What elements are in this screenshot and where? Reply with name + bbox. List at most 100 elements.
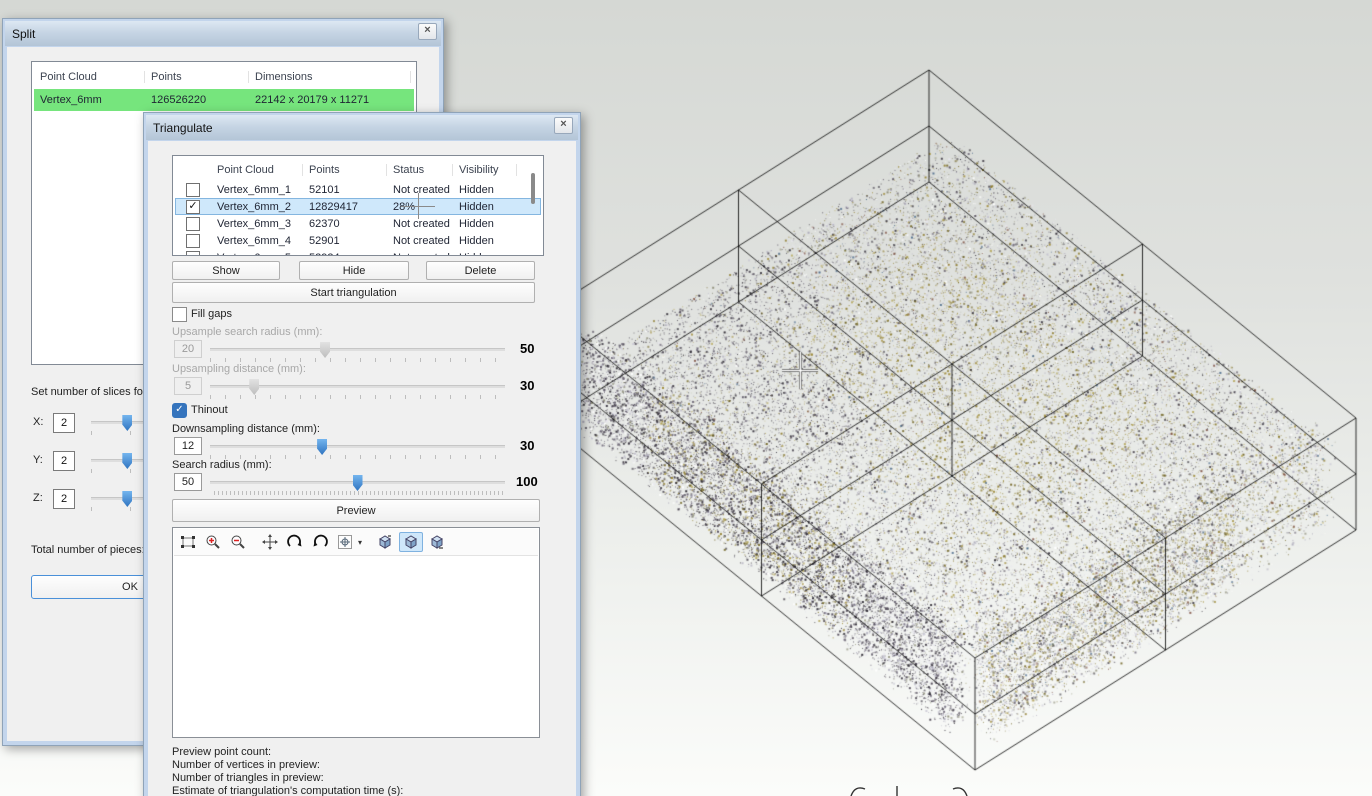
table-row[interactable]: Vertex_6mm_4 52901 Not created Hidden	[175, 232, 541, 249]
start-triangulation-button[interactable]: Start triangulation	[172, 282, 535, 303]
split-titlebar[interactable]: Split	[5, 21, 441, 46]
row-visibility: Hidden	[453, 218, 517, 230]
rotate-cw-icon[interactable]	[284, 533, 306, 551]
downsampling-distance-label: Downsampling distance (mm):	[172, 423, 320, 435]
triangulate-dialog-body: Point Cloud Points Status Visibility Ver…	[148, 141, 576, 796]
show-button[interactable]: Show	[172, 261, 280, 280]
split-table-row[interactable]: Vertex_6mm 126526220 22142 x 20179 x 112…	[34, 89, 414, 111]
row-status: Not created	[387, 218, 453, 230]
split-row-points: 126526220	[145, 94, 249, 106]
clipped-toolbar-glyphs	[845, 783, 1015, 796]
row-checkbox[interactable]	[186, 234, 200, 248]
fit-view-icon[interactable]	[177, 533, 199, 551]
vertices-in-preview-label: Number of vertices in preview:	[172, 759, 320, 771]
triangulate-titlebar[interactable]: Triangulate	[146, 115, 578, 140]
triangulate-close-button[interactable]: ×	[554, 117, 573, 134]
row-name: Vertex_6mm_4	[211, 235, 303, 247]
search-radius-max: 100	[516, 474, 538, 489]
paste-special-box-icon[interactable]	[426, 533, 448, 551]
downsampling-distance-max: 30	[520, 438, 534, 453]
split-title: Split	[12, 27, 35, 41]
triangulate-dialog: Triangulate × Point Cloud Points Status …	[143, 112, 581, 796]
row-points: 52934	[303, 252, 387, 257]
col-points: Points	[303, 164, 387, 176]
row-points: 52101	[303, 184, 387, 196]
table-row[interactable]: Vertex_6mm_3 62370 Not created Hidden	[175, 215, 541, 232]
upsampling-distance-label: Upsampling distance (mm):	[172, 363, 306, 375]
row-name: Vertex_6mm_2	[211, 201, 303, 213]
split-row-dimensions: 22142 x 20179 x 11271	[249, 94, 411, 106]
axis-y-value[interactable]: 2	[53, 451, 75, 471]
row-checkbox[interactable]: ✓	[186, 200, 200, 214]
upsample-radius-max: 50	[520, 341, 534, 356]
row-visibility: Hidden	[453, 201, 517, 213]
row-checkbox[interactable]	[186, 183, 200, 197]
paste-box-icon[interactable]	[399, 532, 423, 552]
thinout-label: Thinout	[191, 404, 228, 416]
row-name: Vertex_6mm_3	[211, 218, 303, 230]
fill-gaps-checkbox[interactable]	[172, 307, 187, 322]
total-pieces-label: Total number of pieces:	[31, 544, 145, 556]
downsampling-distance-value[interactable]: 12	[174, 437, 202, 455]
row-status: Not created	[387, 184, 453, 196]
upsampling-distance-max: 30	[520, 378, 534, 393]
row-name: Vertex_6mm_5	[211, 252, 303, 257]
upsampling-distance-value: 5	[174, 377, 202, 395]
split-col-pointcloud: Point Cloud	[34, 71, 145, 83]
application-window: Split × Point Cloud Points Dimensions Ve…	[0, 0, 1372, 796]
row-checkbox[interactable]	[186, 251, 200, 257]
row-status: Not created	[387, 235, 453, 247]
triangulate-pointcloud-list[interactable]: Point Cloud Points Status Visibility Ver…	[172, 155, 544, 256]
split-close-button[interactable]: ×	[418, 23, 437, 40]
delete-button[interactable]: Delete	[426, 261, 535, 280]
col-pointcloud: Point Cloud	[211, 164, 303, 176]
split-table-header: Point Cloud Points Dimensions	[34, 64, 414, 89]
row-points: 62370	[303, 218, 387, 230]
row-points: 52901	[303, 235, 387, 247]
row-visibility: Hidden	[453, 252, 517, 257]
zoom-in-icon[interactable]	[202, 533, 224, 551]
thinout-checkbox[interactable]: ✓	[172, 403, 187, 418]
triangulate-title: Triangulate	[153, 121, 213, 135]
slices-label: Set number of slices for	[31, 386, 147, 398]
row-status: Not created	[387, 252, 453, 257]
triangulate-table-header: Point Cloud Points Status Visibility	[175, 158, 541, 181]
computation-time-label: Estimate of triangulation's computation …	[172, 785, 403, 796]
upsample-radius-label: Upsample search radius (mm):	[172, 326, 322, 338]
fill-gaps-label: Fill gaps	[191, 308, 232, 320]
row-checkbox[interactable]	[186, 217, 200, 231]
col-status: Status	[387, 164, 453, 176]
preview-button[interactable]: Preview	[172, 499, 540, 522]
copy-box-icon[interactable]	[374, 533, 396, 551]
hide-button[interactable]: Hide	[299, 261, 409, 280]
axis-y-label: Y:	[33, 454, 43, 466]
upsample-radius-value: 20	[174, 340, 202, 358]
split-row-name: Vertex_6mm	[34, 94, 145, 106]
axis-x-label: X:	[33, 416, 43, 428]
preview-toolbar: ▾	[174, 529, 538, 556]
rotate-ccw-icon[interactable]	[309, 533, 331, 551]
table-row[interactable]: Vertex_6mm_1 52101 Not created Hidden	[175, 181, 541, 198]
search-radius-label: Search radius (mm):	[172, 459, 272, 471]
triangles-in-preview-label: Number of triangles in preview:	[172, 772, 324, 784]
target-dropdown-icon[interactable]: ▾	[358, 538, 362, 547]
preview-panel[interactable]: ▾	[172, 527, 540, 738]
table-row-selected[interactable]: ✓ Vertex_6mm_2 12829417 28% Hidden	[175, 198, 541, 215]
row-name: Vertex_6mm_1	[211, 184, 303, 196]
search-radius-value[interactable]: 50	[174, 473, 202, 491]
split-col-dimensions: Dimensions	[249, 71, 411, 83]
pan-icon[interactable]	[259, 533, 281, 551]
axis-z-label: Z:	[33, 492, 43, 504]
table-scrollbar[interactable]	[531, 173, 535, 204]
row-visibility: Hidden	[453, 184, 517, 196]
row-points: 12829417	[303, 201, 387, 213]
axis-z-value[interactable]: 2	[53, 489, 75, 509]
axis-x-value[interactable]: 2	[53, 413, 75, 433]
table-row[interactable]: Vertex_6mm_5 52934 Not created Hidden	[175, 249, 541, 256]
split-col-points: Points	[145, 71, 249, 83]
preview-point-count-label: Preview point count:	[172, 746, 271, 758]
col-visibility: Visibility	[453, 164, 517, 176]
zoom-out-icon[interactable]	[227, 533, 249, 551]
target-icon[interactable]	[334, 533, 356, 551]
row-visibility: Hidden	[453, 235, 517, 247]
